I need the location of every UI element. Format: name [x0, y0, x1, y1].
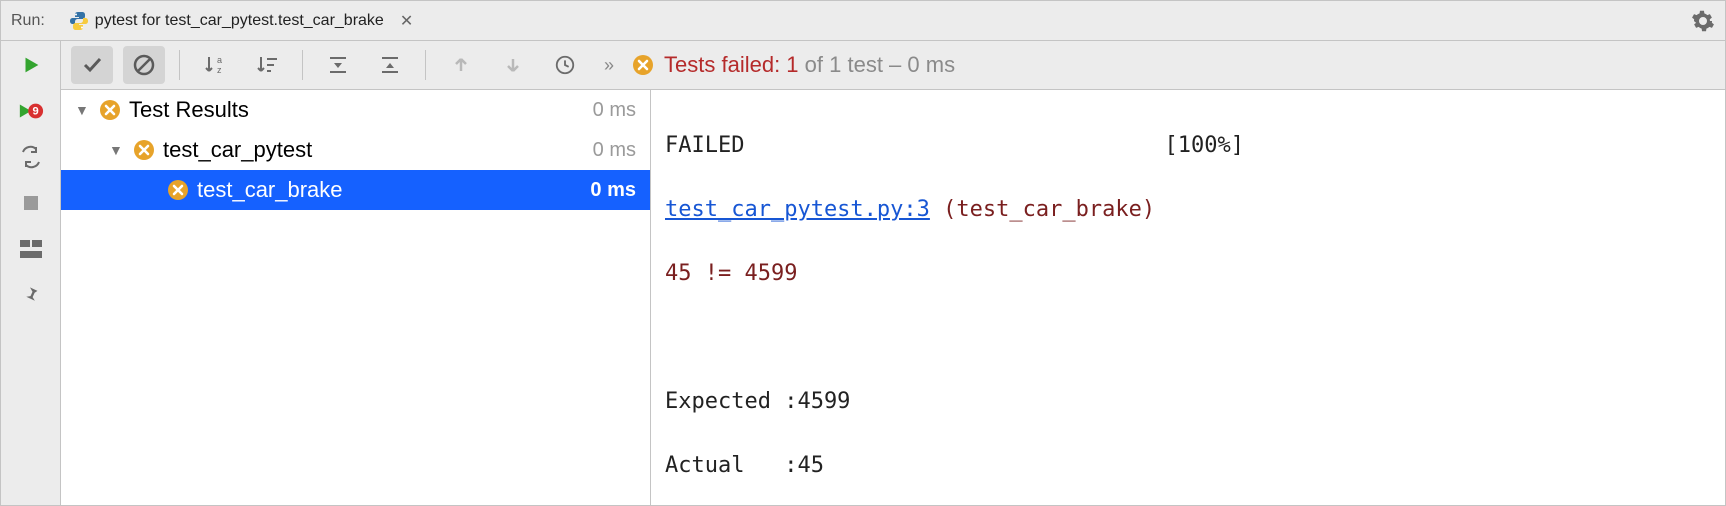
chevron-down-icon[interactable]: ▼ — [75, 102, 93, 118]
test-toolbar: az — [61, 41, 1725, 90]
tree-label: test_car_brake — [197, 177, 590, 203]
console-line: 45 != 4599 — [665, 258, 797, 290]
sort-alpha-button[interactable]: az — [194, 46, 236, 84]
run-tab[interactable]: pytest for test_car_pytest.test_car_brak… — [63, 1, 419, 40]
svg-text:a: a — [217, 55, 222, 65]
tree-time: 0 ms — [590, 179, 636, 202]
summary-time: – 0 ms — [883, 52, 955, 77]
console-line: FAILED — [665, 130, 744, 162]
console-line: (test_car_brake) — [930, 194, 1155, 226]
close-icon[interactable]: ✕ — [400, 11, 413, 31]
sort-duration-button[interactable] — [246, 46, 288, 84]
test-summary: Tests failed: 1 of 1 test – 0 ms — [632, 52, 955, 78]
tree-module[interactable]: ▼ test_car_pytest 0 ms — [61, 130, 650, 170]
run-tab-title: pytest for test_car_pytest.test_car_brak… — [95, 12, 384, 30]
file-link[interactable]: test_car_pytest.py:3 — [665, 194, 930, 226]
stop-button[interactable] — [17, 189, 45, 217]
tree-label: Test Results — [129, 97, 593, 123]
console-output[interactable]: FAILED [100%] test_car_pytest.py:3 (test_… — [651, 90, 1725, 505]
show-passed-button[interactable] — [71, 46, 113, 84]
tree-root[interactable]: ▼ Test Results 0 ms — [61, 90, 650, 130]
tree-label: test_car_pytest — [163, 137, 593, 163]
tree-test[interactable]: test_car_brake 0 ms — [61, 170, 650, 210]
expand-all-button[interactable] — [317, 46, 359, 84]
layout-button[interactable] — [17, 235, 45, 263]
fail-icon — [167, 179, 189, 201]
pin-button[interactable] — [17, 281, 45, 309]
chevron-down-icon[interactable]: ▼ — [109, 142, 127, 158]
run-button[interactable] — [17, 51, 45, 79]
toggle-auto-test-button[interactable] — [17, 143, 45, 171]
console-line: Expected :4599 — [665, 386, 850, 418]
fail-icon — [133, 139, 155, 161]
tree-time: 0 ms — [593, 99, 636, 122]
summary-of: of 1 test — [799, 52, 883, 77]
run-gutter: 9 — [1, 41, 61, 505]
separator — [302, 50, 303, 80]
tree-time: 0 ms — [593, 139, 636, 162]
gear-icon[interactable] — [1691, 9, 1715, 33]
chevron-right-icon[interactable]: » — [604, 55, 614, 76]
next-failed-button[interactable] — [492, 46, 534, 84]
fail-icon — [99, 99, 121, 121]
svg-text:z: z — [217, 65, 222, 75]
header: Run: pytest for test_car_pytest.test_car… — [1, 1, 1725, 41]
fail-icon — [632, 54, 654, 76]
prev-failed-button[interactable] — [440, 46, 482, 84]
show-ignored-button[interactable] — [123, 46, 165, 84]
summary-count: 1 — [786, 52, 798, 77]
separator — [179, 50, 180, 80]
console-line: [100%] — [1164, 130, 1243, 162]
test-tree[interactable]: ▼ Test Results 0 ms ▼ test_car_pytest 0 … — [61, 90, 651, 505]
run-label: Run: — [11, 12, 45, 30]
console-line: Actual :45 — [665, 450, 824, 482]
python-icon — [69, 11, 89, 31]
separator — [425, 50, 426, 80]
history-button[interactable] — [544, 46, 586, 84]
svg-text:9: 9 — [32, 106, 38, 118]
rerun-failed-button[interactable]: 9 — [17, 97, 45, 125]
collapse-all-button[interactable] — [369, 46, 411, 84]
summary-prefix: Tests failed: — [664, 52, 786, 77]
